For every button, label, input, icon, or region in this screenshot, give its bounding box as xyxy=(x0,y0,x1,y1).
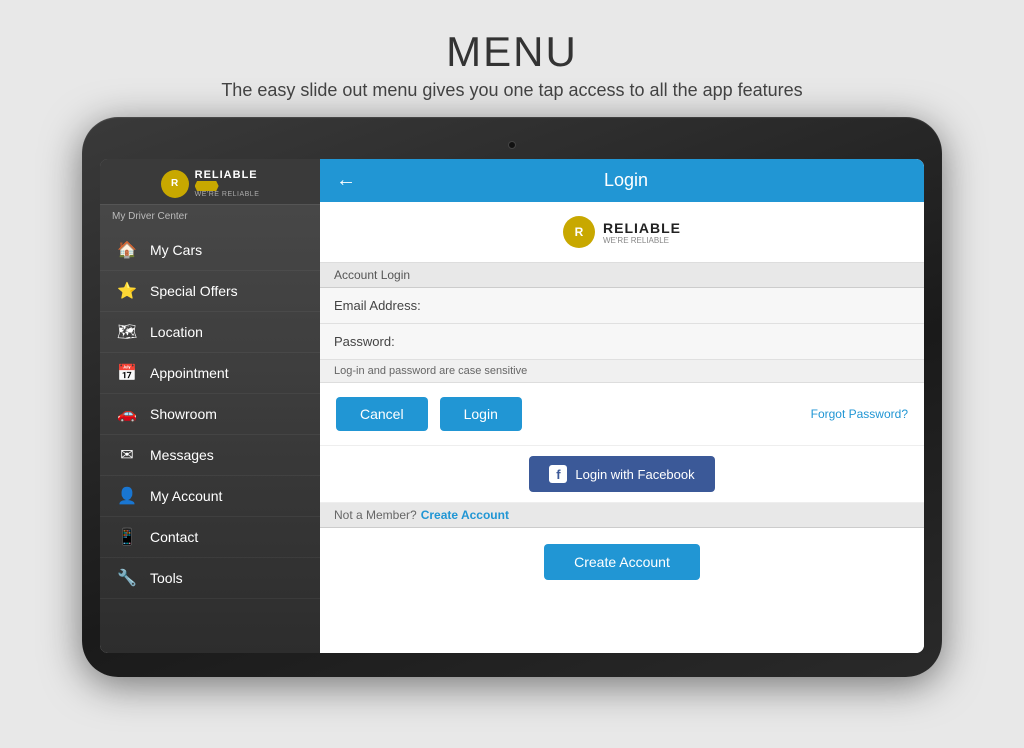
create-account-button[interactable]: Create Account xyxy=(544,544,700,580)
sidebar-logo-area: R RELIABLE WE'RE RELIABLE xyxy=(100,159,320,205)
back-arrow-button[interactable]: ← xyxy=(336,169,356,192)
sidebar-item-my-cars[interactable]: 🏠 My Cars xyxy=(100,230,320,271)
not-member-bar: Not a Member? Create Account xyxy=(320,503,924,528)
main-logo-icon: R xyxy=(563,216,595,248)
person-icon: 👤 xyxy=(116,485,138,507)
page-subtitle: The easy slide out menu gives you one ta… xyxy=(20,80,1004,101)
login-header: ← Login xyxy=(320,159,924,202)
sidebar-item-showroom[interactable]: 🚗 Showroom xyxy=(100,394,320,435)
login-header-title: Login xyxy=(372,170,880,191)
sidebar-menu: 🏠 My Cars ⭐ Special Offers 🗺 Location 📅 … xyxy=(100,230,320,653)
cancel-button[interactable]: Cancel xyxy=(336,397,428,431)
facebook-icon: f xyxy=(549,465,567,483)
page-title: MENU xyxy=(20,28,1004,76)
sidebar-logo-tagline: WE'RE RELIABLE xyxy=(195,191,260,198)
logo-icon: R xyxy=(161,170,189,198)
email-label: Email Address: xyxy=(320,288,440,323)
tablet-screen: R RELIABLE WE'RE RELIABLE My Driver Cent… xyxy=(100,159,924,653)
sidebar-item-label-showroom: Showroom xyxy=(150,406,217,422)
facebook-row: f Login with Facebook xyxy=(320,446,924,503)
login-button[interactable]: Login xyxy=(440,397,522,431)
sidebar-item-label-special-offers: Special Offers xyxy=(150,283,238,299)
home-icon: 🏠 xyxy=(116,239,138,261)
sidebar-driver-center: My Driver Center xyxy=(100,205,320,230)
car-icon: 🚗 xyxy=(116,403,138,425)
sidebar-item-my-account[interactable]: 👤 My Account xyxy=(100,476,320,517)
case-sensitive-note: Log-in and password are case sensitive xyxy=(320,360,924,383)
sidebar-item-location[interactable]: 🗺 Location xyxy=(100,312,320,353)
sidebar: R RELIABLE WE'RE RELIABLE My Driver Cent… xyxy=(100,159,320,653)
account-login-label: Account Login xyxy=(320,263,924,288)
sidebar-item-appointment[interactable]: 📅 Appointment xyxy=(100,353,320,394)
forgot-password-link[interactable]: Forgot Password? xyxy=(811,407,908,421)
sidebar-item-label-contact: Contact xyxy=(150,529,198,545)
create-account-section: Create Account xyxy=(320,528,924,596)
sidebar-item-label-messages: Messages xyxy=(150,447,214,463)
main-logo-text: RELIABLE WE'RE RELIABLE xyxy=(603,220,681,245)
password-form-row: Password: xyxy=(320,324,924,360)
password-label: Password: xyxy=(320,324,440,359)
email-form-row: Email Address: xyxy=(320,288,924,324)
not-member-text: Not a Member? xyxy=(334,508,417,522)
facebook-login-button[interactable]: f Login with Facebook xyxy=(529,456,714,492)
chevron-badge xyxy=(195,181,219,191)
password-input[interactable] xyxy=(440,324,924,359)
create-account-inline-link[interactable]: Create Account xyxy=(421,508,509,522)
main-logo-area: R RELIABLE WE'RE RELIABLE xyxy=(320,202,924,263)
calendar-icon: 📅 xyxy=(116,362,138,384)
sidebar-item-label-my-account: My Account xyxy=(150,488,222,504)
map-icon: 🗺 xyxy=(116,321,138,343)
sidebar-item-label-tools: Tools xyxy=(150,570,183,586)
tablet-camera xyxy=(508,141,516,149)
phone-icon: 📱 xyxy=(116,526,138,548)
action-buttons-row: Cancel Login Forgot Password? xyxy=(320,383,924,446)
sidebar-item-contact[interactable]: 📱 Contact xyxy=(100,517,320,558)
sidebar-logo-text: RELIABLE xyxy=(195,169,260,181)
logo-text-block: RELIABLE WE'RE RELIABLE xyxy=(195,169,260,198)
facebook-button-label: Login with Facebook xyxy=(575,467,694,482)
sidebar-item-label-my-cars: My Cars xyxy=(150,242,202,258)
envelope-icon: ✉ xyxy=(116,444,138,466)
sidebar-item-special-offers[interactable]: ⭐ Special Offers xyxy=(100,271,320,312)
email-input[interactable] xyxy=(440,288,924,323)
tools-icon: 🔧 xyxy=(116,567,138,589)
main-content: ← Login R RELIABLE WE'RE RELIABLE Accoun… xyxy=(320,159,924,653)
sidebar-item-label-location: Location xyxy=(150,324,203,340)
page-header: MENU The easy slide out menu gives you o… xyxy=(0,0,1024,117)
tablet-top-bar xyxy=(100,135,924,155)
main-logo-container: R RELIABLE WE'RE RELIABLE xyxy=(563,216,681,248)
star-icon: ⭐ xyxy=(116,280,138,302)
sidebar-item-messages[interactable]: ✉ Messages xyxy=(100,435,320,476)
sidebar-item-tools[interactable]: 🔧 Tools xyxy=(100,558,320,599)
main-logo-reliable-text: RELIABLE xyxy=(603,220,681,236)
sidebar-item-label-appointment: Appointment xyxy=(150,365,229,381)
tablet-frame: R RELIABLE WE'RE RELIABLE My Driver Cent… xyxy=(82,117,942,677)
sidebar-logo: R RELIABLE WE'RE RELIABLE xyxy=(161,169,260,198)
main-logo-sub-text: WE'RE RELIABLE xyxy=(603,236,681,245)
